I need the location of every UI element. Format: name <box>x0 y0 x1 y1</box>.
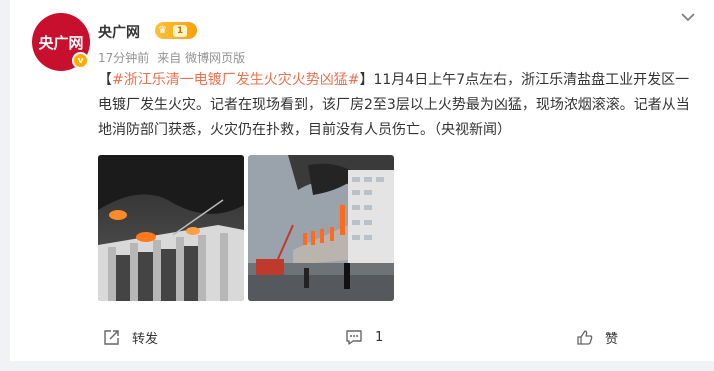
post-image-1[interactable] <box>98 155 244 301</box>
action-bar: 转发 1 赞 <box>10 322 714 352</box>
bracket-open: 【 <box>98 72 112 88</box>
weibo-post-card: 央广网 v 央广网 ♛ 1 17分钟前 来自 微博网页版 【#浙江乐清一电镀厂发生… <box>10 0 714 361</box>
like-button[interactable]: 赞 <box>575 322 618 352</box>
repost-button[interactable]: 转发 <box>102 322 158 352</box>
vip-level: 1 <box>172 24 187 37</box>
post-image-2[interactable] <box>248 155 394 301</box>
comment-count: 1 <box>375 329 384 345</box>
post-text: 【#浙江乐清一电镀厂发生火灾火势凶猛#】11月4日上午7点左右，浙江乐清盐盘工业… <box>98 68 698 143</box>
thumbs-up-icon <box>575 328 593 346</box>
topic-link[interactable]: #浙江乐清一电镀厂发生火灾火势凶猛# <box>112 72 359 88</box>
crown-icon: ♛ <box>158 25 167 36</box>
chevron-down-icon[interactable] <box>677 6 699 28</box>
comment-button[interactable]: 1 <box>345 322 383 352</box>
vip-badge[interactable]: ♛ 1 <box>155 22 197 39</box>
author-name[interactable]: 央广网 <box>98 22 140 42</box>
post-source: 来自 微博网页版 <box>157 51 246 65</box>
post-meta: 17分钟前 来自 微博网页版 <box>98 49 245 66</box>
comment-icon <box>345 328 363 346</box>
repost-label: 转发 <box>132 331 159 347</box>
like-label: 赞 <box>605 331 619 347</box>
repost-icon <box>102 328 120 346</box>
verified-badge-icon: v <box>72 52 89 69</box>
post-time[interactable]: 17分钟前 <box>98 51 149 65</box>
